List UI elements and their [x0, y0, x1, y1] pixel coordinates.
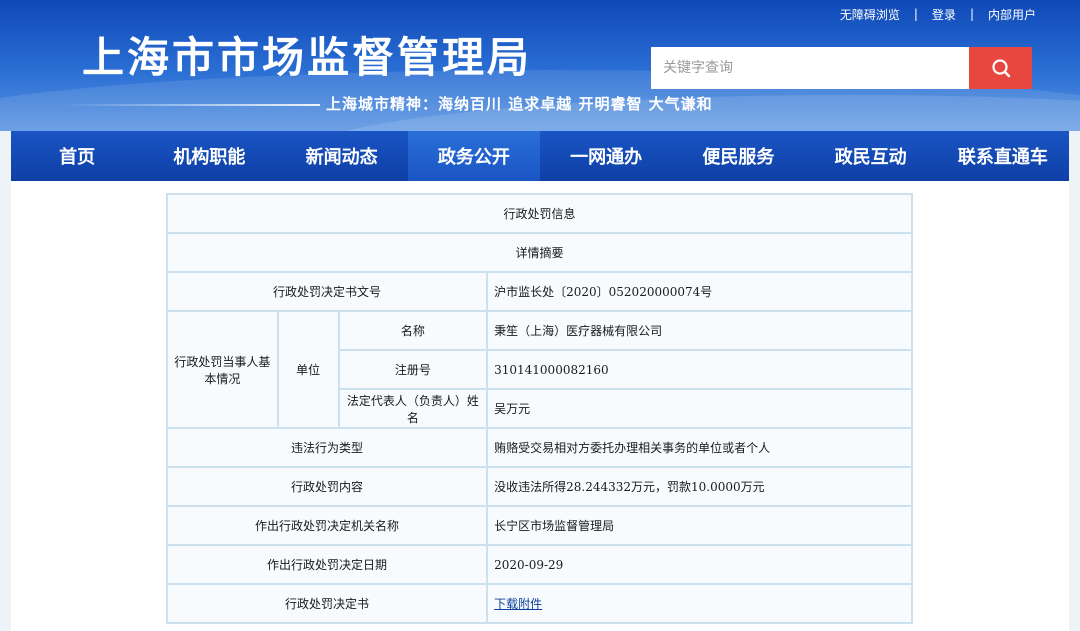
decision-date-value: 2020-09-29: [486, 544, 913, 585]
site-header: 无障碍浏览 | 登录 | 内部用户 上海市市场监督管理局 上海城市精神：海纳百川…: [0, 0, 1080, 131]
internal-user-link[interactable]: 内部用户: [988, 6, 1036, 23]
penalty-content-label: 行政处罚内容: [165, 466, 489, 507]
nav-item-online-service[interactable]: 一网通办: [540, 131, 672, 181]
company-name-value: 秉笙（上海）医疗器械有限公司: [486, 310, 913, 351]
violation-type-label: 违法行为类型: [165, 427, 489, 468]
unit-label: 单位: [276, 310, 340, 429]
nav-item-interaction[interactable]: 政民互动: [805, 131, 937, 181]
login-link[interactable]: 登录: [932, 6, 956, 23]
table-subtitle: 详情摘要: [166, 232, 913, 273]
penalty-content-value: 没收违法所得28.244332万元，罚款10.0000万元: [486, 466, 913, 507]
top-links: 无障碍浏览 | 登录 | 内部用户: [840, 6, 1036, 22]
nav-item-contact[interactable]: 联系直通车: [937, 131, 1069, 181]
search-icon: [991, 59, 1010, 78]
city-motto: 上海城市精神：海纳百川 追求卓越 开明睿智 大气谦和: [326, 95, 713, 113]
nav-item-gov-info[interactable]: 政务公开: [407, 131, 540, 181]
table-row: 行政处罚决定书文号 沪市监长处〔2020〕052020000074号: [165, 271, 913, 312]
table-row: 行政处罚当事人基本情况 单位 名称 秉笙（上海）医疗器械有限公司: [166, 310, 913, 429]
registration-label: 注册号: [337, 349, 489, 390]
doc-number-value: 沪市监长处〔2020〕052020000074号: [486, 271, 913, 312]
violation-type-value: 贿赂受交易相对方委托办理相关事务的单位或者个人: [486, 427, 913, 468]
table-row: 作出行政处罚决定机关名称 长宁区市场监督管理局: [165, 505, 913, 546]
main-nav: 首页 机构职能 新闻动态 政务公开 一网通办 便民服务 政民互动 联系直通车: [11, 131, 1069, 181]
decision-doc-cell: 下载附件: [486, 583, 913, 624]
site-title: 上海市市场监督管理局: [82, 33, 533, 82]
nav-item-news[interactable]: 新闻动态: [276, 131, 408, 181]
decision-date-label: 作出行政处罚决定日期: [165, 544, 489, 585]
nav-item-home[interactable]: 首页: [11, 131, 143, 181]
search-button[interactable]: [969, 47, 1032, 89]
registration-value: 310141000082160: [486, 349, 913, 390]
penalty-info-table: 行政处罚信息 详情摘要 行政处罚决定书文号 沪市监长处〔2020〕0520200…: [165, 193, 913, 624]
party-info-label: 行政处罚当事人基本情况: [166, 310, 279, 429]
decision-doc-label: 行政处罚决定书: [165, 583, 489, 624]
legal-rep-label: 法定代表人（负责人）姓名: [337, 388, 489, 429]
accessibility-link[interactable]: 无障碍浏览: [840, 6, 900, 23]
table-row: 行政处罚决定书 下载附件: [165, 583, 913, 624]
table-title: 行政处罚信息: [166, 193, 913, 234]
nav-item-public-service[interactable]: 便民服务: [672, 131, 804, 181]
divider: |: [969, 7, 974, 21]
motto-divider: [60, 104, 320, 106]
search-input[interactable]: [651, 47, 969, 89]
divider: |: [913, 7, 918, 21]
table-row: 行政处罚信息: [166, 193, 913, 234]
download-attachment-link[interactable]: 下载附件: [494, 597, 542, 611]
main-content: 行政处罚信息 详情摘要 行政处罚决定书文号 沪市监长处〔2020〕0520200…: [11, 181, 1069, 631]
table-row: 详情摘要: [166, 232, 913, 273]
company-name-label: 名称: [337, 310, 489, 351]
doc-number-label: 行政处罚决定书文号: [165, 271, 489, 312]
authority-label: 作出行政处罚决定机关名称: [165, 505, 489, 546]
table-row: 行政处罚内容 没收违法所得28.244332万元，罚款10.0000万元: [165, 466, 913, 507]
legal-rep-value: 吴万元: [486, 388, 913, 429]
table-row: 作出行政处罚决定日期 2020-09-29: [165, 544, 913, 585]
nav-item-functions[interactable]: 机构职能: [143, 131, 275, 181]
authority-value: 长宁区市场监督管理局: [486, 505, 913, 546]
table-row: 违法行为类型 贿赂受交易相对方委托办理相关事务的单位或者个人: [165, 427, 913, 468]
